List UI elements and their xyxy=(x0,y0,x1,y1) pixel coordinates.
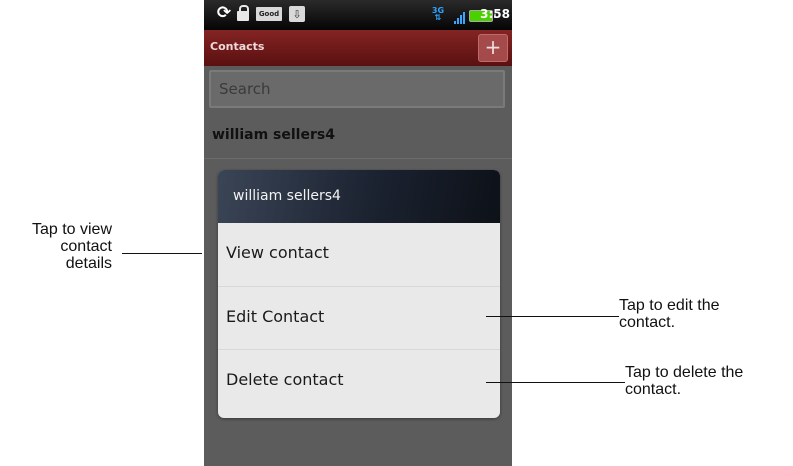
view-contact-item[interactable]: View contact xyxy=(218,223,500,285)
annotation-line: contact xyxy=(60,238,112,255)
clock: 3:58 xyxy=(480,7,510,21)
delete-contact-item[interactable]: Delete contact xyxy=(218,349,500,412)
contact-context-menu: william sellers4 View contact Edit Conta… xyxy=(218,170,500,418)
good-label: Good xyxy=(258,10,280,18)
annotation-line: Tap to delete the xyxy=(625,364,744,381)
context-menu-header: william sellers4 xyxy=(218,170,500,223)
add-contact-button[interactable]: + xyxy=(478,34,508,62)
annotation-line: Tap to view xyxy=(31,221,112,238)
lock-icon xyxy=(236,5,250,23)
search-box xyxy=(209,70,505,108)
app-title: Contacts xyxy=(210,40,265,53)
annotation-line: details xyxy=(65,255,112,272)
contact-name: william sellers4 xyxy=(212,127,335,143)
app-title-bar: Contacts + xyxy=(204,30,512,66)
search-input[interactable] xyxy=(211,72,503,106)
usb-icon: ⇩ xyxy=(289,6,305,22)
view-callout-line xyxy=(122,253,202,254)
signal-icon xyxy=(452,6,466,24)
edit-contact-annotation: Tap to edit the contact. xyxy=(619,297,720,331)
good-icon: Good xyxy=(256,7,282,21)
3g-icon: 3G ⇅ xyxy=(431,6,445,22)
delete-contact-annotation: Tap to delete the contact. xyxy=(625,364,743,398)
edit-callout-line xyxy=(486,316,619,317)
delete-callout-line xyxy=(486,382,625,383)
phone-screen: ⟳ Good ⇩ 3G⇅ 3:58 Contacts + william sel… xyxy=(204,0,512,466)
contact-list-item[interactable]: william sellers4 xyxy=(204,116,512,159)
annotation-line: contact. xyxy=(619,314,676,331)
edit-contact-label: Edit Contact xyxy=(226,307,325,326)
view-contact-annotation: Tap to view contact details xyxy=(0,221,112,272)
edit-contact-item[interactable]: Edit Contact xyxy=(218,286,500,349)
view-contact-label: View contact xyxy=(226,243,329,262)
annotation-line: contact. xyxy=(625,381,682,398)
delete-contact-label: Delete contact xyxy=(226,370,344,389)
status-bar: ⟳ Good ⇩ 3G ⇅ 3:58 xyxy=(204,0,512,30)
annotation-line: Tap to edit the xyxy=(619,297,720,314)
context-menu-title: william sellers4 xyxy=(233,188,341,204)
sync-icon: ⟳ xyxy=(216,3,232,23)
